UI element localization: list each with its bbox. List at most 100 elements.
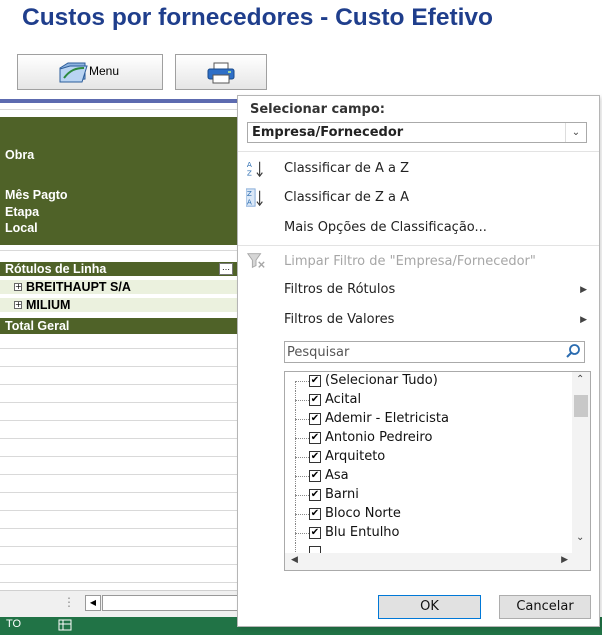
scroll-up-icon[interactable]: ⌃ [576,374,584,385]
split-handle-icon[interactable]: ⋮ [63,595,75,609]
checkbox[interactable]: ✔ [309,489,321,501]
checkbox[interactable]: ✔ [309,470,321,482]
select-field-value: Empresa/Fornecedor [252,125,404,140]
checkbox[interactable]: ✔ [309,527,321,539]
svg-text:Z: Z [247,168,252,177]
filter-values-list: ✔ (Selecionar Tudo) ✔ Acital ✔ Ademir - … [284,371,591,571]
folder-icon [59,62,88,83]
filter-list-item[interactable]: ✔ Ademir - Eletricista [285,410,565,429]
grid-line [0,528,237,529]
pivot-row-item[interactable]: + MILIUM [0,298,237,312]
grid-line [0,492,237,493]
print-button[interactable] [175,54,267,90]
menu-button[interactable]: Menu [17,54,163,90]
filter-list-item[interactable]: ✔ Arquiteto [285,448,565,467]
submenu-arrow-icon: ▶ [580,315,587,325]
sort-az-icon: A Z [247,160,263,177]
scroll-left-icon[interactable]: ◀ [291,555,298,565]
filter-field-local[interactable]: Local [5,221,38,235]
tree-line [295,476,309,477]
horizontal-scrollbar[interactable] [102,595,239,611]
filter-item-label: Antonio Pedreiro [325,430,433,445]
grid-line [0,510,237,511]
total-row: Total Geral [0,318,237,334]
separator [238,245,599,246]
grid-line [0,564,237,565]
filter-field-obra[interactable]: Obra [5,148,34,162]
sort-z-to-a-item[interactable]: Classificar de Z a A [284,190,409,205]
menu-button-label: Menu [89,64,120,78]
pivot-row-item[interactable]: + BREITHAUPT S/A [0,280,237,294]
label-filters-item[interactable]: Filtros de Rótulos [284,282,395,297]
status-text: TO [6,618,22,630]
chevron-down-icon[interactable]: ⌄ [565,123,586,142]
filter-list-item[interactable]: ✔ Antonio Pedreiro [285,429,565,448]
filter-item-label: (Selecionar Tudo) [325,373,438,388]
search-placeholder: Pesquisar [287,345,350,360]
list-horizontal-scrollbar[interactable]: ◀ ▶ [285,553,590,570]
value-filters-item[interactable]: Filtros de Valores [284,312,394,327]
grid-line [0,438,237,439]
tree-line [295,381,296,391]
select-field-label: Selecionar campo: [250,102,385,117]
checkbox[interactable]: ✔ [309,375,321,387]
tree-line [295,457,309,458]
search-box[interactable]: Pesquisar [284,341,585,363]
grid-line [0,420,237,421]
expand-icon[interactable]: + [14,283,22,291]
checkbox[interactable]: ✔ [309,394,321,406]
pivot-filter-area: Obra Mês Pagto Etapa Local [0,117,237,245]
filter-item-label: Arquiteto [325,449,386,464]
pivot-row-label: MILIUM [26,298,71,312]
filter-popup: Selecionar campo: Empresa/Fornecedor ⌄ A… [237,95,600,627]
grid-line [0,384,237,385]
select-field-combo[interactable]: Empresa/Fornecedor ⌄ [247,122,587,143]
grid-line [0,546,237,547]
report-title: Custos por fornecedores - Custo Efetivo [22,4,494,31]
checkbox[interactable]: ✔ [309,451,321,463]
cancel-button[interactable]: Cancelar [499,595,591,619]
filter-item-label: Ademir - Eletricista [325,411,449,426]
grid-line [0,250,237,251]
checkbox[interactable]: ✔ [309,508,321,520]
filter-list-item[interactable]: ✔ (Selecionar Tudo) [285,372,565,391]
expand-icon[interactable]: + [14,301,22,309]
search-icon[interactable] [565,343,581,359]
checkbox[interactable]: ✔ [309,432,321,444]
ok-button[interactable]: OK [378,595,481,619]
sort-a-to-z-item[interactable]: Classificar de A a Z [284,161,409,176]
filter-list-item[interactable]: ✔ Asa [285,467,565,486]
filter-dropdown-button[interactable]: … [219,263,233,275]
filter-field-mes-pagto[interactable]: Mês Pagto [5,188,68,202]
grid-line [0,474,237,475]
separator [238,151,599,152]
tree-line [295,533,309,534]
tree-line [295,495,309,496]
grid-line [0,366,237,367]
filter-item-label: Acital [325,392,362,407]
printer-icon [207,62,235,84]
tree-line [295,400,309,401]
list-vertical-scrollbar[interactable]: ⌃ ⌄ [572,372,590,554]
scroll-left-button[interactable]: ◀ [85,595,101,611]
scroll-thumb[interactable] [574,395,588,417]
grid-line [0,348,237,349]
filter-list-item[interactable]: ✔ Blu Entulho [285,524,565,543]
filter-list-item[interactable]: ✔ Acital [285,391,565,410]
sort-za-icon: Z A [246,188,263,207]
scroll-right-icon[interactable]: ▶ [561,555,568,565]
total-label: Total Geral [5,319,70,333]
filter-field-etapa[interactable]: Etapa [5,205,39,219]
grid-line [0,109,237,110]
clear-filter-item[interactable]: Limpar Filtro de "Empresa/Fornecedor" [284,254,536,269]
more-sort-options-item[interactable]: Mais Opções de Classificação... [284,220,487,235]
checkbox[interactable]: ✔ [309,413,321,425]
row-labels-label: Rótulos de Linha [5,262,107,276]
grid-line [0,402,237,403]
scroll-down-icon[interactable]: ⌄ [576,532,584,543]
filter-list-item[interactable]: ✔ Bloco Norte [285,505,565,524]
tree-line [295,514,309,515]
header-divider [0,99,237,103]
sheet-view-icon[interactable] [58,619,72,631]
filter-list-item[interactable]: ✔ Barni [285,486,565,505]
